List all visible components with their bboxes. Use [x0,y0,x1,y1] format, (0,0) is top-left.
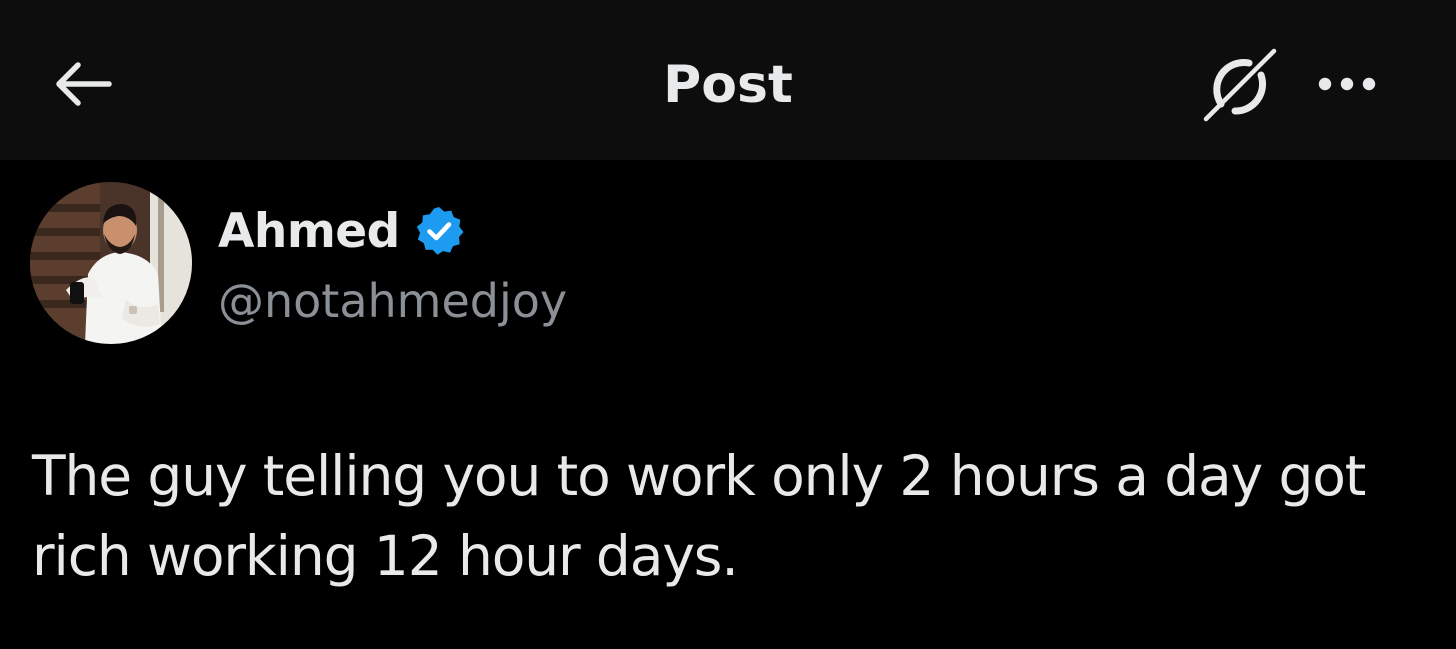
grok-button[interactable] [1198,44,1282,126]
back-button[interactable] [44,50,120,118]
verified-badge-icon[interactable] [414,206,464,256]
arrow-left-icon [56,62,112,106]
more-options-button[interactable] [1304,56,1390,112]
more-horizontal-icon [1318,77,1376,91]
avatar[interactable] [30,182,192,344]
grok-icon [1203,48,1277,122]
author-display-name[interactable]: Ahmed [218,204,400,259]
author-name-row[interactable]: Ahmed [218,198,464,264]
post-text: The guy telling you to work only 2 hours… [32,444,1366,588]
profile-photo [30,182,192,344]
author-handle[interactable]: @notahmedjoy [218,270,567,332]
top-navigation-bar: Post [0,0,1456,160]
